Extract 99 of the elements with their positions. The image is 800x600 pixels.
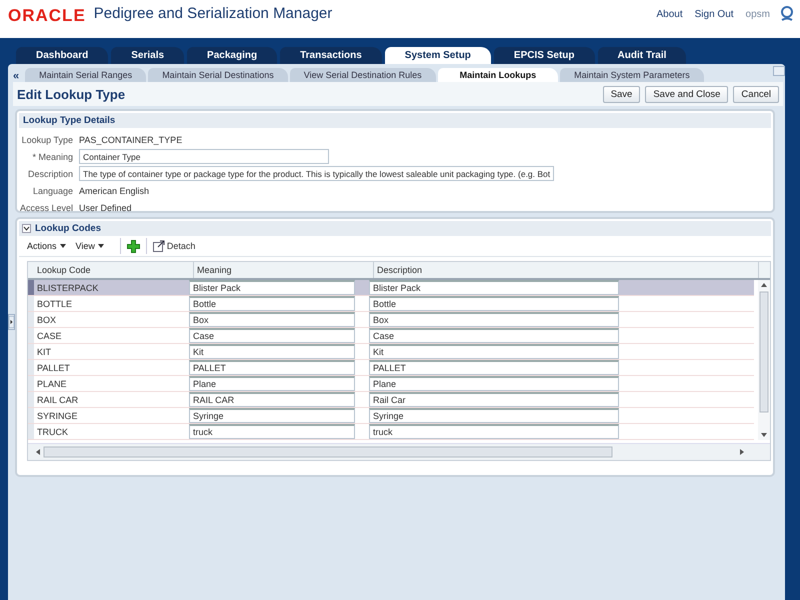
collapse-icon[interactable] bbox=[22, 224, 31, 233]
detach-icon bbox=[152, 240, 165, 252]
table-cell-text: CASE bbox=[36, 330, 63, 340]
table-row[interactable]: RAIL CAR RAIL CAR Rail Car bbox=[28, 392, 754, 408]
action-button[interactable]: Cancel bbox=[733, 86, 779, 102]
detach-button[interactable]: Detach bbox=[152, 240, 196, 252]
field-label: Lookup Type bbox=[20, 134, 73, 144]
text-field[interactable]: Blister Pack bbox=[369, 280, 619, 295]
field-label: * Meaning bbox=[31, 152, 73, 162]
table-row[interactable]: KIT Kit Kit bbox=[28, 344, 754, 360]
text-field[interactable]: Case bbox=[369, 328, 619, 343]
text-field[interactable]: truck bbox=[189, 424, 355, 439]
text-field[interactable]: Box bbox=[369, 312, 619, 327]
nav-tab[interactable]: Audit Trail bbox=[598, 47, 686, 64]
expand-panel-icon[interactable] bbox=[8, 314, 15, 330]
text-field[interactable]: RAIL CAR bbox=[189, 392, 355, 407]
sub-tab[interactable]: View Serial Destination Rules bbox=[290, 68, 436, 82]
user-icon[interactable] bbox=[780, 6, 794, 22]
section-title: Lookup Codes bbox=[35, 223, 101, 234]
add-icon[interactable] bbox=[126, 240, 140, 252]
table-cell-text: PALLET bbox=[36, 362, 71, 372]
nav-tab[interactable]: EPCIS Setup bbox=[494, 47, 594, 64]
table-cell-text: BOX bbox=[36, 314, 58, 324]
oracle-logo: ORACLE bbox=[8, 6, 86, 26]
text-field[interactable]: Syringe bbox=[189, 408, 355, 423]
nav-tab[interactable]: Dashboard bbox=[16, 47, 108, 64]
table-cell-text: BOTTLE bbox=[36, 298, 74, 308]
table-cell-text: TRUCK bbox=[36, 426, 69, 436]
row-selector[interactable] bbox=[28, 296, 34, 311]
page-title: Edit Lookup Type bbox=[17, 86, 126, 102]
row-selector[interactable] bbox=[28, 424, 34, 439]
text-field[interactable]: Rail Car bbox=[369, 392, 619, 407]
row-selector[interactable] bbox=[28, 280, 34, 295]
sub-tab[interactable]: Maintain System Parameters bbox=[560, 68, 704, 82]
text-field[interactable]: Box bbox=[189, 312, 355, 327]
section-title: Lookup Type Details bbox=[19, 113, 771, 128]
row-selector[interactable] bbox=[28, 392, 34, 407]
scroll-tabs-button[interactable]: « bbox=[13, 70, 20, 82]
row-selector[interactable] bbox=[28, 360, 34, 375]
column-header[interactable]: Description bbox=[374, 262, 759, 278]
field-value: PAS_CONTAINER_TYPE bbox=[79, 134, 182, 144]
table-row[interactable]: CASE Case Case bbox=[28, 328, 754, 344]
table-row[interactable]: SYRINGE Syringe Syringe bbox=[28, 408, 754, 424]
table-cell-text: BLISTERPACK bbox=[36, 282, 100, 292]
table-row[interactable]: BOX Box Box bbox=[28, 312, 754, 328]
text-field[interactable]: Syringe bbox=[369, 408, 619, 423]
sub-tab[interactable]: Maintain Serial Ranges bbox=[25, 68, 146, 82]
row-selector[interactable] bbox=[28, 312, 34, 327]
text-field[interactable]: Kit bbox=[369, 344, 619, 359]
action-button[interactable]: Save bbox=[602, 86, 640, 102]
header-link[interactable]: About bbox=[656, 9, 683, 20]
header-link[interactable]: Sign Out bbox=[694, 9, 734, 20]
text-field[interactable]: Plane bbox=[189, 376, 355, 391]
table-row[interactable]: PALLET PALLET PALLET bbox=[28, 360, 754, 376]
row-selector[interactable] bbox=[28, 376, 34, 391]
nav-tab[interactable]: Packaging bbox=[187, 47, 278, 64]
text-field[interactable]: PALLET bbox=[369, 360, 619, 375]
sub-tab[interactable]: Maintain Lookups bbox=[438, 68, 558, 82]
text-field[interactable]: Kit bbox=[189, 344, 355, 359]
text-field[interactable]: PALLET bbox=[189, 360, 355, 375]
table-cell-text: KIT bbox=[36, 346, 52, 356]
text-field[interactable]: Case bbox=[189, 328, 355, 343]
field-value: User Defined bbox=[79, 202, 132, 212]
field-label: Description bbox=[26, 168, 73, 178]
sub-tab[interactable]: Maintain Serial Destinations bbox=[148, 68, 288, 82]
row-selector[interactable] bbox=[28, 328, 34, 343]
field-label: Language bbox=[32, 186, 73, 196]
menu-button[interactable]: View bbox=[76, 241, 104, 251]
table-cell-text: PLANE bbox=[36, 378, 68, 388]
menu-button[interactable]: Actions bbox=[27, 241, 66, 251]
table-row[interactable]: BLISTERPACK Blister Pack Blister Pack bbox=[28, 280, 754, 296]
text-field[interactable]: Bottle bbox=[189, 296, 355, 311]
text-field[interactable]: Plane bbox=[369, 376, 619, 391]
field-label: Access Level bbox=[18, 202, 73, 212]
column-header[interactable]: Lookup Code bbox=[34, 262, 194, 278]
horizontal-scrollbar[interactable] bbox=[28, 443, 770, 460]
text-field[interactable]: Bottle bbox=[369, 296, 619, 311]
user-name: opsm bbox=[746, 9, 770, 20]
collapse-header-icon[interactable] bbox=[773, 66, 785, 76]
action-button[interactable]: Save and Close bbox=[645, 86, 728, 102]
caret-icon bbox=[60, 244, 66, 248]
row-selector[interactable] bbox=[28, 344, 34, 359]
text-field[interactable]: truck bbox=[369, 424, 619, 439]
text-field[interactable]: Blister Pack bbox=[189, 280, 355, 295]
table-row[interactable]: PLANE Plane Plane bbox=[28, 376, 754, 392]
text-field[interactable]: The type of container type or package type for the product. This is typically the lowest saleable unit packaging type. (e.g. Bot bbox=[79, 166, 554, 181]
table-cell-text: RAIL CAR bbox=[36, 394, 80, 404]
nav-tab[interactable]: Serials bbox=[111, 47, 184, 64]
text-field[interactable]: Container Type bbox=[79, 149, 329, 164]
row-selector[interactable] bbox=[28, 408, 34, 423]
table-cell-text: SYRINGE bbox=[36, 410, 79, 420]
app-title: Pedigree and Serialization Manager bbox=[94, 5, 332, 22]
field-value: American English bbox=[79, 186, 150, 196]
table-row[interactable]: BOTTLE Bottle Bottle bbox=[28, 296, 754, 312]
nav-tab[interactable]: System Setup bbox=[384, 47, 491, 64]
caret-icon bbox=[98, 244, 104, 248]
nav-tab[interactable]: Transactions bbox=[280, 47, 382, 64]
column-header[interactable]: Meaning bbox=[194, 262, 374, 278]
table-row[interactable]: TRUCK truck truck bbox=[28, 424, 754, 440]
